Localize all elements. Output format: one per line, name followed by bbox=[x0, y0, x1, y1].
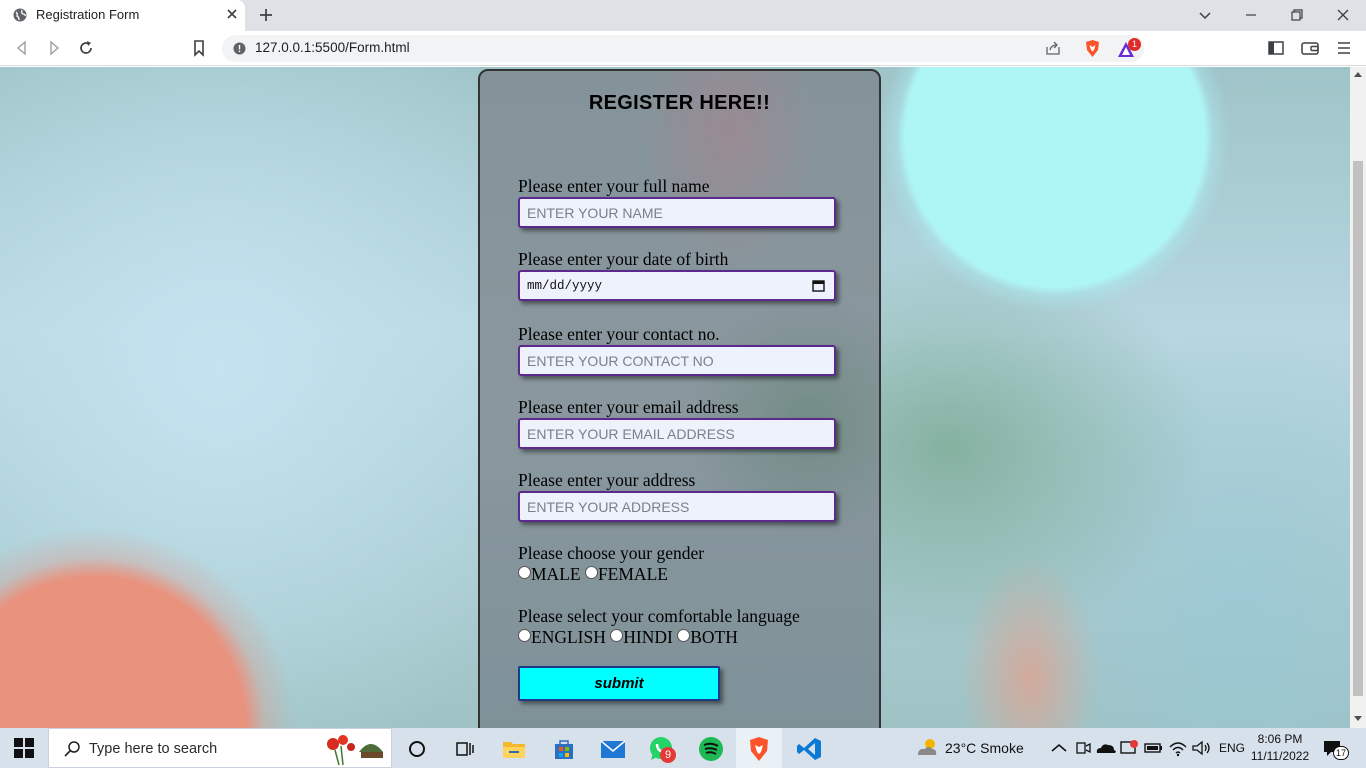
taskbar: Type here to search 9 23°C Smoke ENG 8:0… bbox=[0, 728, 1366, 768]
name-placeholder: ENTER YOUR NAME bbox=[527, 205, 663, 221]
microsoft-store-icon[interactable] bbox=[551, 736, 577, 762]
email-placeholder: ENTER YOUR EMAIL ADDRESS bbox=[527, 426, 735, 442]
task-view-icon[interactable] bbox=[451, 736, 477, 762]
language-hindi-radio[interactable] bbox=[610, 629, 624, 642]
sidebar-toggle-icon[interactable] bbox=[1266, 38, 1286, 58]
dob-label: Please enter your date of birth bbox=[518, 249, 729, 269]
contact-input[interactable]: ENTER YOUR CONTACT NO bbox=[518, 345, 836, 376]
language-hindi-label[interactable]: HINDI bbox=[623, 627, 673, 647]
search-icon bbox=[64, 741, 80, 757]
dob-input[interactable]: mm/dd/yyyy bbox=[518, 270, 836, 301]
contact-label: Please enter your contact no. bbox=[518, 324, 720, 344]
tab-strip: Registration Form bbox=[0, 0, 1366, 31]
forward-icon[interactable] bbox=[44, 38, 64, 58]
file-explorer-icon[interactable] bbox=[501, 736, 527, 762]
close-tab-icon[interactable] bbox=[224, 6, 240, 22]
language-english-label[interactable]: ENGLISH bbox=[531, 627, 606, 647]
contact-placeholder: ENTER YOUR CONTACT NO bbox=[527, 353, 714, 369]
tab-search-chevron-icon[interactable] bbox=[1195, 5, 1215, 25]
menu-icon[interactable] bbox=[1334, 38, 1354, 58]
rewards-badge: 1 bbox=[1128, 38, 1141, 51]
gender-female-label[interactable]: FEMALE bbox=[598, 564, 668, 584]
dob-placeholder: mm/dd/yyyy bbox=[527, 279, 603, 293]
language-options: ENGLISH HINDI BOTH bbox=[518, 627, 738, 647]
language-label: Please select your comfortable language bbox=[518, 606, 800, 626]
form-title: REGISTER HERE!! bbox=[588, 92, 771, 114]
clock-date: 11/11/2022 bbox=[1250, 749, 1310, 763]
brave-browser-icon[interactable] bbox=[746, 736, 772, 762]
search-highlight-poppy-icon bbox=[327, 735, 383, 766]
notification-center-button[interactable]: 17 bbox=[1322, 737, 1350, 761]
minimize-icon[interactable] bbox=[1241, 5, 1261, 25]
share-icon[interactable] bbox=[1045, 40, 1061, 56]
gender-options: MALE FEMALE bbox=[518, 564, 668, 584]
update-warning-icon[interactable] bbox=[1116, 735, 1142, 761]
whatsapp-badge: 9 bbox=[660, 747, 676, 763]
brave-rewards-button[interactable]: 1 bbox=[1117, 38, 1143, 59]
email-label: Please enter your email address bbox=[518, 397, 739, 417]
address-input[interactable]: ENTER YOUR ADDRESS bbox=[518, 491, 836, 522]
url-text[interactable]: 127.0.0.1:5500/Form.html bbox=[255, 40, 410, 55]
windows-start-icon[interactable] bbox=[14, 738, 34, 758]
clock-time: 8:06 PM bbox=[1257, 732, 1303, 746]
search-placeholder: Type here to search bbox=[89, 741, 218, 757]
volume-icon[interactable] bbox=[1188, 735, 1214, 761]
browser-tab[interactable]: Registration Form bbox=[0, 0, 245, 31]
taskbar-search[interactable]: Type here to search bbox=[48, 728, 392, 768]
globe-icon bbox=[13, 8, 27, 22]
weather-text[interactable]: 23°C Smoke bbox=[945, 740, 1024, 756]
tray-expand-icon[interactable] bbox=[1046, 735, 1072, 761]
address-label: Please enter your address bbox=[518, 470, 696, 490]
gender-male-label[interactable]: MALE bbox=[531, 564, 581, 584]
reload-icon[interactable] bbox=[76, 38, 96, 58]
vscode-icon[interactable] bbox=[796, 736, 822, 762]
scroll-up-arrow-icon[interactable] bbox=[1354, 72, 1362, 77]
calendar-icon[interactable] bbox=[812, 279, 825, 292]
back-icon[interactable] bbox=[12, 38, 32, 58]
browser-toolbar: 127.0.0.1:5500/Form.html 1 bbox=[0, 31, 1366, 66]
name-input[interactable]: ENTER YOUR NAME bbox=[518, 197, 836, 228]
submit-button[interactable]: submit bbox=[518, 666, 720, 701]
site-info-icon[interactable] bbox=[233, 42, 246, 55]
mail-icon[interactable] bbox=[600, 736, 626, 762]
new-tab-icon[interactable] bbox=[257, 6, 275, 24]
name-label: Please enter your full name bbox=[518, 176, 710, 196]
language-both-label[interactable]: BOTH bbox=[690, 627, 738, 647]
clock[interactable]: 8:06 PM 11/11/2022 bbox=[1248, 731, 1312, 765]
page-viewport: REGISTER HERE!! Please enter your full n… bbox=[0, 67, 1350, 728]
gender-female-radio[interactable] bbox=[584, 566, 598, 579]
tab-title: Registration Form bbox=[36, 7, 140, 22]
scroll-down-arrow-icon[interactable] bbox=[1354, 716, 1362, 721]
gender-label: Please choose your gender bbox=[518, 543, 705, 563]
page-scrollbar[interactable] bbox=[1350, 67, 1366, 728]
address-placeholder: ENTER YOUR ADDRESS bbox=[527, 499, 690, 515]
cortana-icon[interactable] bbox=[404, 736, 430, 762]
bookmark-icon[interactable] bbox=[189, 38, 209, 58]
input-language[interactable]: ENG bbox=[1219, 741, 1245, 755]
scroll-thumb[interactable] bbox=[1353, 161, 1363, 696]
address-bar[interactable]: 127.0.0.1:5500/Form.html 1 bbox=[222, 35, 1144, 62]
language-both-radio[interactable] bbox=[677, 629, 691, 642]
gender-male-radio[interactable] bbox=[518, 566, 531, 579]
language-english-radio[interactable] bbox=[518, 629, 531, 642]
registration-form: REGISTER HERE!! Please enter your full n… bbox=[478, 69, 881, 728]
whatsapp-button[interactable]: 9 bbox=[648, 736, 676, 764]
brave-shields-icon[interactable] bbox=[1084, 39, 1101, 58]
restore-icon[interactable] bbox=[1287, 5, 1307, 25]
close-window-icon[interactable] bbox=[1333, 5, 1353, 25]
notification-count: 17 bbox=[1333, 746, 1349, 760]
email-input[interactable]: ENTER YOUR EMAIL ADDRESS bbox=[518, 418, 836, 449]
wallet-icon[interactable] bbox=[1300, 38, 1320, 58]
spotify-icon[interactable] bbox=[698, 736, 724, 762]
battery-icon[interactable] bbox=[1140, 735, 1166, 761]
weather-cloud-icon[interactable] bbox=[914, 735, 940, 761]
